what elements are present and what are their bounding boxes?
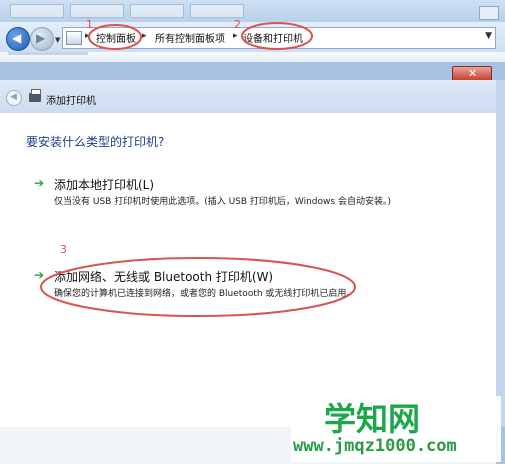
add-network-printer-link[interactable]: 添加网络、无线或 Bluetooth 打印机(W) [54,268,273,285]
add-network-printer-description: 确保您的计算机已连接到网络，或者您的 Bluetooth 或无线打印机已启用。 [54,289,356,299]
breadcrumb-devices-printers[interactable]: 设备和打印机 [243,30,303,45]
dialog-back-button[interactable]: ◀ [6,90,22,106]
address-dropdown-icon[interactable]: ▼ [485,31,492,41]
background-tab[interactable] [190,4,244,18]
window-title-strip [0,0,505,22]
green-arrow-icon: ➔ [34,176,45,190]
breadcrumb-separator-icon[interactable]: ▸ [142,31,147,41]
green-arrow-icon: ➔ [34,268,45,282]
right-edge-scrollbar[interactable] [496,80,505,427]
annotation-number-3: 3 [60,243,67,256]
folder-icon [66,31,82,45]
back-button[interactable]: ◀ [6,27,30,51]
dialog-title: 添加打印机 [46,96,96,107]
breadcrumb-separator-icon[interactable]: ▸ [85,31,90,41]
background-tabs [10,4,244,18]
add-local-printer-link[interactable]: 添加本地打印机(L) [54,176,154,193]
watermark-logo: 学知网 [324,400,421,438]
command-bar-labels [8,52,88,55]
dialog-header: ◀ 添加打印机 [0,80,496,113]
annotation-number-2: 2 [234,18,241,31]
question-heading: 要安装什么类型的打印机? [26,135,165,149]
breadcrumb-all-items[interactable]: 所有控制面板项 [155,30,225,45]
annotation-number-1: 1 [86,18,93,31]
window-control-button[interactable] [479,6,499,20]
address-bar[interactable]: ▸ 控制面板 ▸ 所有控制面板项 ▸ 设备和打印机 ▼ [62,27,496,49]
back-icon: ◀ [12,31,22,45]
breadcrumb-control-panel[interactable]: 控制面板 [96,30,136,45]
watermark: 学知网 www.jmqz1000.com [291,396,501,462]
back-arrow-icon: ◀ [10,92,17,102]
breadcrumb-separator-icon[interactable]: ▸ [233,31,238,41]
forward-button[interactable]: ▶ [30,27,54,51]
background-tab[interactable] [70,4,124,18]
printer-icon [29,89,41,102]
watermark-url: www.jmqz1000.com [293,436,457,456]
background-tab[interactable] [10,4,64,18]
background-tab[interactable] [130,4,184,18]
add-local-printer-description: 仅当没有 USB 打印机时使用此选项。(插入 USB 打印机后，Windows … [54,197,391,207]
dialog-content: 要安装什么类型的打印机? ➔ 添加本地打印机(L) 仅当没有 USB 打印机时使… [0,113,496,427]
close-icon: ✕ [468,67,478,80]
history-dropdown-icon[interactable]: ▼ [55,36,60,44]
forward-icon: ▶ [36,31,46,45]
